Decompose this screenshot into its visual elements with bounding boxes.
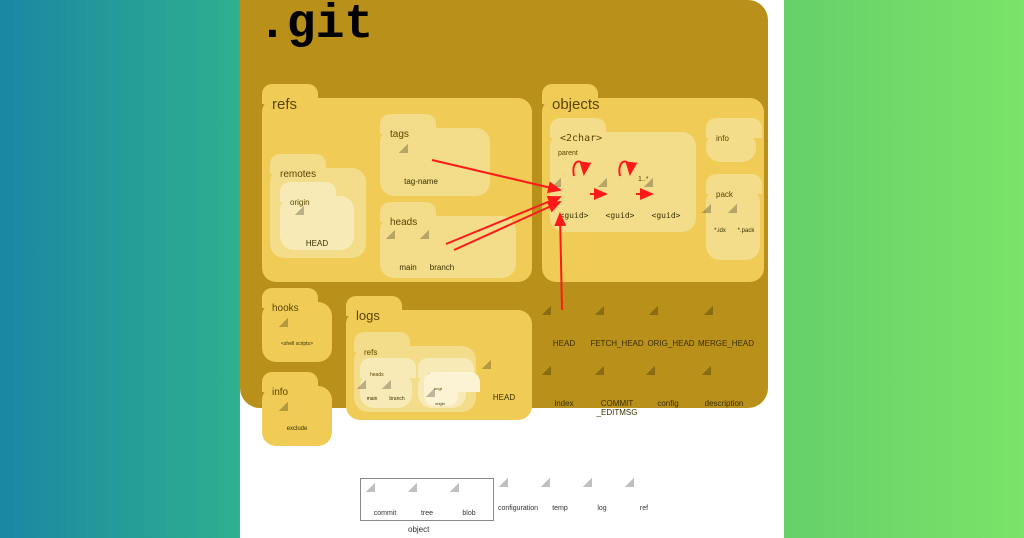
label-info-root: info (272, 387, 288, 398)
label-logs-heads: heads (370, 372, 384, 378)
file-pack-pack: *.pack (732, 204, 760, 235)
file-exclude: exclude (274, 402, 320, 433)
diagram-stage: .git refs objects remotes origin HEAD ta… (240, 0, 784, 538)
label-remotes: remotes (280, 169, 316, 180)
legend-ref: ref (626, 478, 662, 513)
legend-commit: commit (367, 483, 403, 518)
label-pack: pack (716, 190, 733, 199)
legend-configuration: configuration (500, 478, 536, 513)
file-logs-origin: origin (428, 388, 452, 406)
file-fetch-head: FETCH_HEAD (590, 306, 644, 349)
label-cardinality: 1..* (638, 176, 649, 183)
file-orig-head: ORIG_HEAD (646, 306, 696, 349)
label-objects: objects (552, 96, 600, 113)
file-merge-head: MERGE_HEAD (698, 306, 754, 349)
file-root-head: HEAD (542, 306, 586, 349)
label-heads: heads (390, 217, 417, 228)
label-obj-info: info (716, 134, 729, 143)
file-heads-branch: branch (422, 230, 462, 273)
label-logs: logs (356, 308, 380, 323)
file-guid-tree: <guid> (600, 178, 640, 221)
legend-blob: blob (451, 483, 487, 518)
label-hooks: hooks (272, 303, 299, 314)
legend-object-box: commit tree blob (360, 478, 494, 521)
label-refs: refs (272, 96, 297, 113)
label-parent: parent (558, 150, 578, 157)
file-logs-main: main (360, 380, 384, 403)
file-shell-scripts: <shell scripts> (274, 318, 320, 348)
file-remotes-head: HEAD (294, 206, 340, 249)
file-tag-name: tag-name (398, 144, 444, 187)
legend-log: log (584, 478, 620, 513)
legend-tree: tree (409, 483, 445, 518)
legend-temp: temp (542, 478, 578, 513)
file-logs-branch: branch (384, 380, 410, 403)
label-2char: <2char> (560, 133, 602, 144)
file-config: config (646, 366, 690, 409)
title-git: .git (258, 0, 373, 52)
label-tags: tags (390, 129, 409, 140)
file-commit-editmsg: COMMIT _EDITMSG (590, 366, 644, 418)
file-guid-blob: <guid> (646, 178, 686, 221)
legend: commit tree blob configuration temp log … (360, 478, 662, 521)
file-guid-commit: <guid> (554, 178, 594, 221)
file-logs-head: HEAD (484, 360, 524, 403)
file-description: description (698, 366, 750, 409)
legend-caption-object: object (408, 525, 429, 534)
label-logs-refs: refs (364, 348, 377, 357)
file-index: index (542, 366, 586, 409)
folder-obj-info: info (706, 132, 756, 162)
